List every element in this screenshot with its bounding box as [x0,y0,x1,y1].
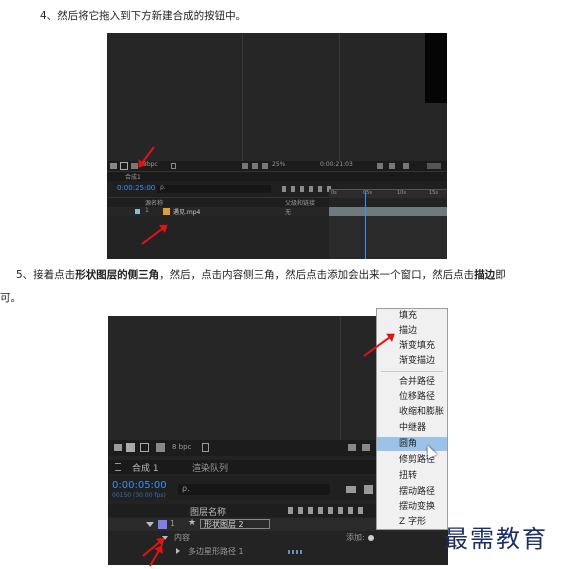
add-button[interactable]: 添加: [346,532,365,543]
viewer-icon[interactable] [389,163,395,169]
bpc-label[interactable]: 8 bpc [172,443,191,451]
time-ruler[interactable]: 0s 05s 10s 15s [329,189,447,198]
layer-name[interactable]: 遇见.mp4 [173,207,200,216]
interpret-icon[interactable] [156,443,165,452]
tab-comp-label: 合成1 [125,174,141,181]
viewer-icon[interactable] [252,163,258,169]
viewer-icon[interactable] [362,444,370,451]
layer-name-field[interactable]: 形状图层 2 [200,519,270,529]
layer-name: 形状图层 2 [204,520,244,529]
star-icon: ★ [188,518,197,528]
menu-item-fill[interactable]: 填充 [377,309,447,323]
step5-bold: 描边 [474,269,496,281]
col-source-name: 源名称 [145,200,164,207]
polygon-label: 多边星形路径 1 [188,547,244,556]
label-color-swatch[interactable] [158,520,167,529]
menu-item-pucker-bloat[interactable]: 收缩和膨胀 [377,405,447,419]
step5-part: ，然后，点击内容侧三角，然后点击添加会出来一个窗口，然后点击 [159,269,475,281]
search-placeholder: ρ. [182,484,190,493]
parent-dropdown[interactable]: 无 [285,207,291,216]
menu-item-zig-zag[interactable]: Z 字形 [377,515,447,529]
graph-editor-icon[interactable] [364,485,373,494]
viewer-icon[interactable] [242,163,248,169]
menu-item-trim-paths[interactable]: 修剪路径 [377,453,447,467]
search-input[interactable]: ρ. [178,484,330,495]
path-switch-icon[interactable] [288,550,304,554]
ruler-tick: 15s [429,190,438,196]
col-parent: 父级和链接 [285,200,316,207]
layer-index: 1 [170,519,176,528]
timeline-empty-area [329,216,447,259]
menu-item-offset-paths[interactable]: 位移路径 [377,390,447,404]
timeline-header: 0:00:25:00 ρ. 0s 05s 10s 15s [107,181,447,198]
col-layer-name: 图层名称 [190,508,227,518]
step5-part: 5、接着点击 [16,269,76,281]
step5-bold: 形状图层的侧三角 [75,269,160,281]
black-panel [425,33,447,103]
viewer-icon[interactable] [427,163,441,169]
viewer-icon[interactable] [403,163,409,169]
layer-column-headers: 源名称 父级和链接 [107,197,329,207]
shy-icon[interactable] [346,486,356,493]
tab-comp-1[interactable]: 合成 1 [112,460,182,474]
current-time-indicator[interactable] [365,191,366,259]
menu-item-gradient-stroke[interactable]: 渐变描边 [377,354,447,368]
label-color-swatch[interactable] [135,209,140,214]
step-5-text-line2: 可。 [0,292,21,304]
folder-icon[interactable] [114,444,122,451]
search-input[interactable]: ρ. [157,184,271,193]
project-toolbar: 8bpc 25% 0:00:21:03 [107,161,447,171]
timeline-switches[interactable] [282,186,334,192]
step-4-text: 4、然后将它拖入到下方新建合成的按钮中。 [40,10,247,22]
twirl-right-icon[interactable] [176,548,180,554]
viewer-icon[interactable] [377,163,383,169]
add-context-menu: 填充 描边 渐变填充 渐变描边 合并路径 位移路径 收缩和膨胀 中继器 圆角 修… [376,308,448,530]
tab-render-label: 渲染队列 [192,464,229,474]
screenshot-1: 8bpc 25% 0:00:21:03 合成1 0:00:25:00 ρ. 0s… [107,33,447,259]
new-composition-icon[interactable] [126,443,135,452]
layer-track-bar[interactable] [329,207,447,216]
timecode-frames: 00150 (30.00 fps) [112,492,166,499]
viewer-divider [339,33,340,161]
menu-item-wiggle-transform[interactable]: 摆动变换 [377,500,447,514]
ruler-tick: 0s [331,190,337,196]
zoom-level[interactable]: 25% [272,161,285,168]
search-placeholder: ρ. [160,184,166,191]
timecode[interactable]: 0:00:05:00 [112,480,167,491]
viewer-icon[interactable] [262,163,268,169]
add-arrow-icon[interactable] [368,535,374,541]
hamburger-icon[interactable] [115,463,121,471]
trash-icon[interactable] [202,443,209,452]
new-composition-icon[interactable] [120,162,128,170]
menu-separator [381,371,443,372]
layer-row[interactable]: 1 遇见.mp4 无 [107,207,329,216]
menu-item-round-corners[interactable]: 圆角 [377,437,447,451]
twirl-down-icon[interactable] [146,522,154,527]
watermark: 最需教育 [444,525,548,553]
switches-header [288,507,364,514]
layer-index: 1 [145,207,149,214]
content-label: 内容 [174,533,190,542]
viewer-icon[interactable] [348,444,356,451]
menu-item-gradient-fill[interactable]: 渐变填充 [377,339,447,353]
tab-comp-label: 合成 1 [132,464,159,474]
ruler-tick: 10s [397,190,406,196]
menu-item-repeater[interactable]: 中继器 [377,421,447,435]
composition-viewer [107,33,447,161]
timeline-tab-bar: 合成1 [107,171,447,181]
folder-icon[interactable] [110,163,117,169]
step5-part: 即 [495,269,506,281]
time-readout: 0:00:21:03 [320,161,353,168]
composition-flowchart-icon[interactable] [140,443,149,452]
viewer-divider [242,33,243,161]
step-5-text: 5、接着点击形状图层的侧三角，然后，点击内容侧三角，然后点击添加会出来一个窗口，… [16,268,506,282]
viewer-divider [340,316,341,440]
trash-icon[interactable] [171,163,176,169]
menu-item-merge-paths[interactable]: 合并路径 [377,375,447,389]
tab-render-queue[interactable]: 渲染队列 [188,460,248,474]
timecode[interactable]: 0:00:25:00 [117,184,155,192]
menu-item-twist[interactable]: 扭转 [377,469,447,483]
menu-item-wiggle-paths[interactable]: 摆动路径 [377,485,447,499]
footage-icon [163,208,170,215]
